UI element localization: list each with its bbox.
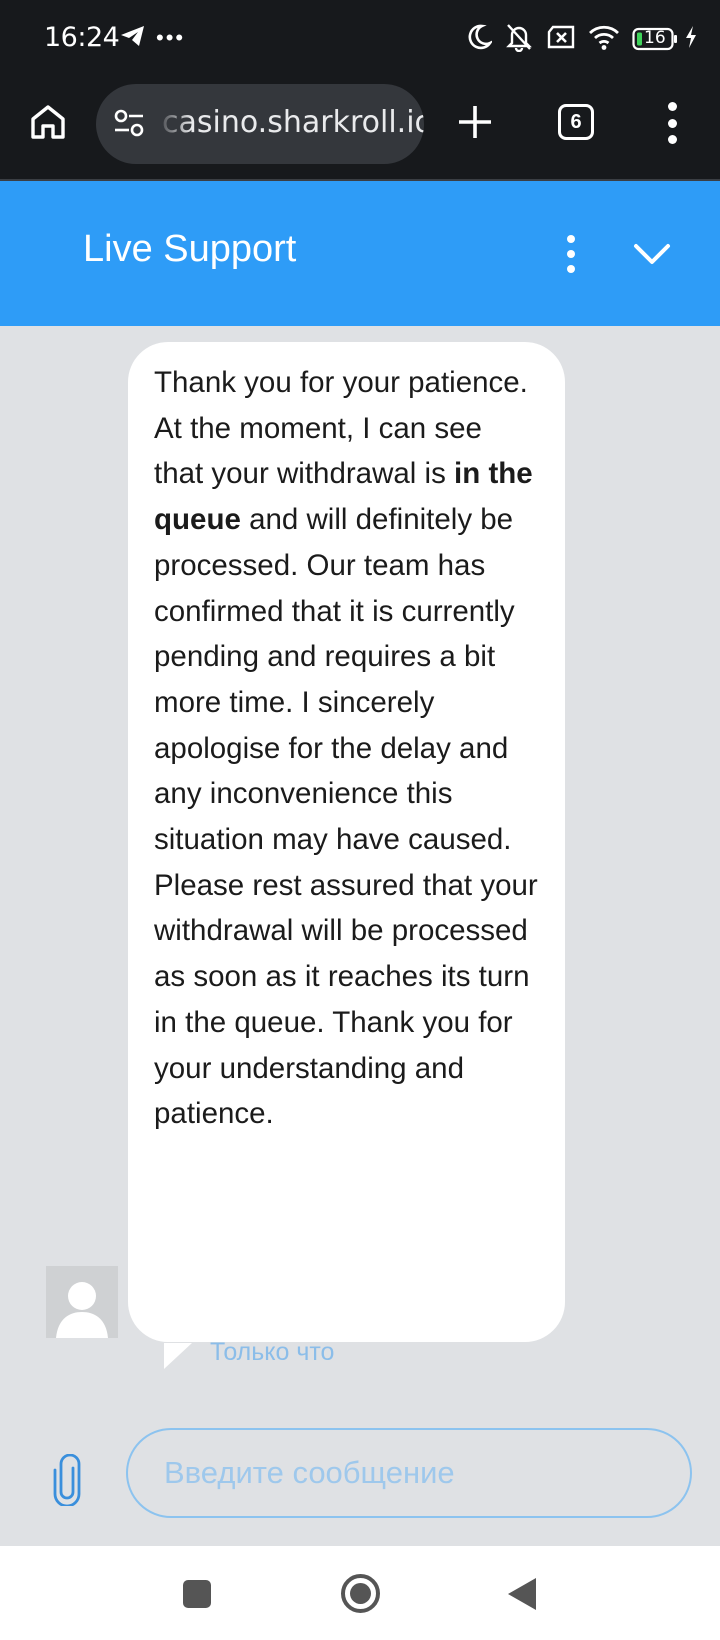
charging-icon [684,25,698,54]
tab-switcher-button[interactable]: 6 [558,104,594,140]
home-nav-button[interactable] [341,1574,380,1613]
url-text[interactable]: casino.sharkroll.io [162,105,424,140]
chat-title: Live Support [83,228,297,270]
plus-icon [459,106,491,138]
status-left-icons: ••• [120,22,185,54]
battery-level: 16 [644,28,666,48]
moon-icon [466,23,494,56]
telegram-icon [120,24,146,53]
dot [567,250,575,258]
browser-toolbar: casino.sharkroll.io 6 [0,78,720,181]
back-button[interactable] [508,1578,536,1610]
paperclip-icon [53,1453,81,1508]
bubble-tail [164,1343,192,1369]
message-timestamp: Только что [210,1338,335,1366]
dot [567,265,575,273]
home-dot [350,1583,371,1604]
url-fade [156,84,192,164]
dot [667,135,677,144]
attach-button[interactable] [50,1453,84,1508]
message-text: Thank you for your patience. At the mome… [154,360,539,1137]
site-settings-icon [114,109,144,137]
dot [567,235,575,243]
browser-menu-button[interactable] [660,102,684,144]
no-sim-icon [546,25,576,54]
chevron-down-icon [634,244,670,264]
navigation-bar [0,1546,720,1640]
status-right-icons: 16 [466,22,698,56]
address-bar[interactable]: casino.sharkroll.io [96,84,424,164]
bell-muted-icon [504,22,534,57]
dot [667,118,677,128]
home-icon [31,105,65,139]
message-input[interactable] [126,1428,692,1518]
user-placeholder-icon [56,1282,108,1338]
site-settings-button[interactable] [112,108,146,143]
wifi-icon [588,24,620,55]
recents-button[interactable] [183,1580,211,1608]
message-text-part: and will definitely be processed. Our te… [154,503,538,1131]
chat-messages[interactable]: Thank you for your patience. At the mome… [0,326,720,1546]
new-tab-button[interactable] [455,102,495,142]
minimize-chat-button[interactable] [632,239,672,269]
message-bubble: Thank you for your patience. At the mome… [128,342,565,1342]
more-dots-icon: ••• [156,25,186,50]
agent-avatar [46,1266,118,1338]
chat-header: Live Support [0,181,720,326]
dot [667,102,677,111]
status-time: 16:24 [44,22,120,53]
home-button[interactable] [26,100,70,144]
chat-options-button[interactable] [563,235,579,273]
battery-icon: 16 [632,27,678,51]
status-bar: 16:24 ••• 16 [0,0,720,78]
